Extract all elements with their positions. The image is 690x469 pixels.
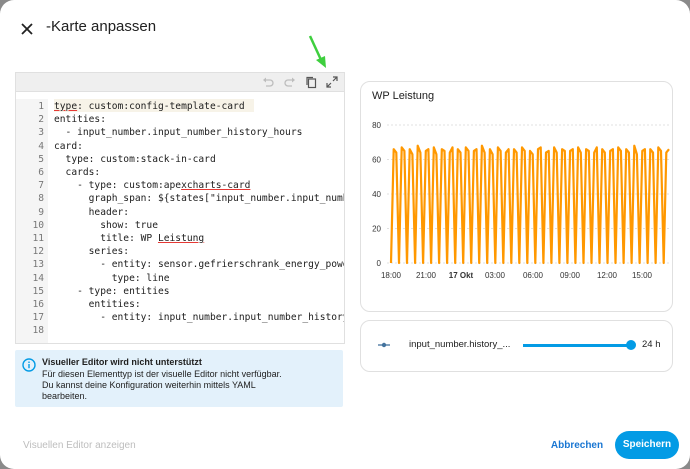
line-number: 2 <box>38 114 44 126</box>
y-tick-label: 40 <box>372 190 381 199</box>
lint-warning-underline: xcharts-card <box>181 180 251 192</box>
line-number: 3 <box>38 127 44 139</box>
info-text-line: bearbeiten. <box>42 391 88 401</box>
line-number: 15 <box>32 285 44 297</box>
line-number: 18 <box>32 325 44 337</box>
history-slider[interactable] <box>523 337 636 353</box>
x-tick-label: 15:00 <box>632 271 653 280</box>
y-tick-label: 20 <box>372 225 381 234</box>
code-line: series: <box>54 246 130 258</box>
code-line: card: <box>54 140 83 152</box>
fullscreen-icon[interactable] <box>325 75 339 89</box>
code-line: - type: custom:apexcharts-card <box>54 180 251 192</box>
line-number: 14 <box>32 272 44 284</box>
save-button[interactable]: Speichern <box>615 431 679 459</box>
undo-icon[interactable] <box>261 75 275 89</box>
code-line: show: true <box>54 219 158 231</box>
code-line: title: WP Leistung <box>54 233 205 244</box>
info-text-line: Du kannst deine Konfiguration weiterhin … <box>42 380 256 390</box>
line-number: 12 <box>32 246 44 258</box>
line-number: 17 <box>32 312 44 324</box>
line-number: 5 <box>38 153 44 165</box>
code-line: - type: entities <box>54 285 170 297</box>
info-text-line: Für diesen Elementtyp ist der visuelle E… <box>42 369 282 379</box>
power-series-line <box>389 144 670 265</box>
line-number: 7 <box>38 180 44 192</box>
info-alert: Visueller Editor wird nicht unterstützt … <box>15 350 343 407</box>
line-number: 1 <box>38 101 44 112</box>
code-line: - entity: input_number.input_number_hist… <box>54 312 344 324</box>
code-line: entities: <box>54 114 106 126</box>
x-tick-label: 21:00 <box>416 271 437 280</box>
code-line: type: custom:config-template-card <box>54 101 245 112</box>
code-line: type: line <box>54 272 170 284</box>
redo-icon[interactable] <box>283 75 297 89</box>
code-line: header: <box>54 206 130 218</box>
y-tick-label: 60 <box>372 156 381 165</box>
line-number: 6 <box>38 167 44 178</box>
info-icon <box>22 358 36 372</box>
line-number: 10 <box>32 219 44 231</box>
yaml-editor[interactable]: 1 2 3 4 5 6 7 8 9 10 11 12 13 14 15 16 17 18 type: custom… <box>15 72 345 344</box>
x-tick-label: 09:00 <box>560 271 581 280</box>
line-number-gutter: 1 2 3 4 5 6 7 8 9 10 11 12 13 14 15 16 17 18 <box>16 99 48 343</box>
arrow-annotation-icon <box>308 35 326 68</box>
line-number: 9 <box>38 206 44 218</box>
show-visual-editor-button[interactable]: Visuellen Editor anzeigen <box>23 440 136 451</box>
info-title: Visueller Editor wird nicht unterstützt <box>42 357 202 367</box>
chart-title: WP Leistung <box>372 90 435 102</box>
x-tick-label: 06:00 <box>523 271 544 280</box>
x-tick-label: 12:00 <box>597 271 618 280</box>
slider-thumb[interactable] <box>626 340 636 350</box>
lint-warning-underline: Leistung <box>157 233 205 244</box>
code-line: graph_span: ${states["input_number.input… <box>54 193 344 205</box>
edit-card-dialog: -Karte anpassen 1 2 3 4 5 6 7 8 9 10 11 12 13 14 15 16 1… <box>0 0 690 469</box>
cancel-button[interactable]: Abbrechen <box>545 434 609 458</box>
y-tick-label: 80 <box>372 121 381 130</box>
power-line-chart: 0 20 40 60 80 18:00 21:00 17 Okt 03:00 06:00 09:00… <box>372 121 670 280</box>
dialog-title: -Karte anpassen <box>46 18 157 35</box>
x-tick-label: 03:00 <box>485 271 506 280</box>
line-number: 13 <box>32 259 44 271</box>
line-number: 8 <box>38 193 44 205</box>
preview-chart-card: WP Leistung 0 20 40 60 80 18:00 21:00 17 Okt 03:… <box>360 81 673 312</box>
code-line: entities: <box>54 299 141 310</box>
copy-icon[interactable] <box>304 75 318 89</box>
close-icon <box>21 23 33 35</box>
preview-entities-card: input_number.history_... 24 h <box>360 320 673 372</box>
line-number: 11 <box>32 233 44 244</box>
x-tick-label: 18:00 <box>381 271 402 280</box>
slider-value: 24 h <box>642 339 661 350</box>
dialog-header: -Karte anpassen <box>0 0 690 68</box>
line-number: 16 <box>32 299 44 310</box>
editor-toolbar <box>16 73 344 92</box>
code-line: - entity: sensor.gefrierschrank_energy_p… <box>54 259 344 271</box>
y-tick-label: 0 <box>377 259 382 268</box>
code-line: cards: <box>54 167 101 178</box>
code-area[interactable]: type: custom:config-template-card entitie… <box>54 99 344 343</box>
code-line: type: custom:stack-in-card <box>54 153 216 165</box>
line-number: 4 <box>38 140 44 152</box>
slider-entity-name: input_number.history_... <box>409 339 511 350</box>
close-button[interactable] <box>14 16 40 42</box>
code-line: - input_number.input_number_history_hour… <box>54 127 303 139</box>
lint-warning-underline: type <box>54 101 78 112</box>
slider-entity-icon <box>378 342 390 348</box>
x-tick-label: 17 Okt <box>449 271 474 280</box>
slider-fill <box>523 343 631 347</box>
